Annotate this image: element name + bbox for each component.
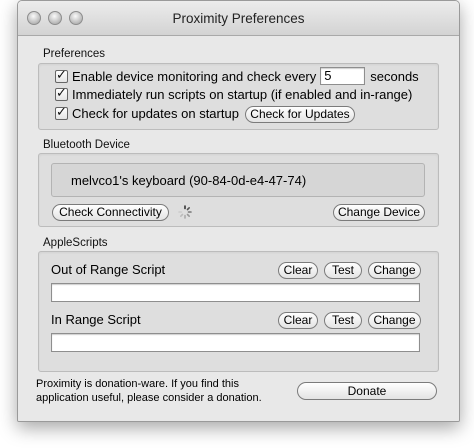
in-range-test-button[interactable]: Test (324, 312, 362, 329)
out-of-range-change-button[interactable]: Change (368, 262, 421, 279)
monitoring-row: Enable device monitoring and check every… (55, 67, 419, 85)
donation-message: Proximity is donation-ware. If you find … (36, 377, 262, 405)
loading-spinner-icon (178, 205, 192, 219)
in-range-script-label: In Range Script (51, 312, 141, 327)
change-device-button[interactable]: Change Device (333, 204, 425, 221)
check-updates-row: Check for updates on startup (55, 104, 239, 121)
bluetooth-box: melvco1's keyboard (90-84-0d-e4-47-74) C… (38, 153, 439, 227)
device-name: melvco1's keyboard (90-84-0d-e4-47-74) (71, 173, 307, 188)
enable-monitoring-checkbox[interactable] (55, 67, 68, 83)
check-updates-startup-label: Check for updates on startup (72, 106, 239, 121)
bluetooth-section-label: Bluetooth Device (43, 139, 130, 151)
device-display: melvco1's keyboard (90-84-0d-e4-47-74) (51, 163, 425, 197)
out-of-range-script-field[interactable] (51, 283, 420, 302)
out-of-range-clear-button[interactable]: Clear (278, 262, 318, 279)
enable-monitoring-label: Enable device monitoring and check every (72, 68, 317, 84)
run-scripts-startup-label: Immediately run scripts on startup (if e… (72, 87, 413, 102)
check-connectivity-button[interactable]: Check Connectivity (52, 204, 169, 221)
out-of-range-test-button[interactable]: Test (324, 262, 362, 279)
window-content: Preferences Enable device monitoring and… (18, 36, 459, 421)
check-updates-startup-checkbox[interactable] (55, 104, 68, 120)
donate-button[interactable]: Donate (297, 382, 437, 400)
donation-text-line-2: application useful, please consider a do… (36, 392, 262, 404)
donation-text-line-1: Proximity is donation-ware. If you find … (36, 378, 239, 390)
applescripts-section-label: AppleScripts (43, 237, 108, 249)
applescripts-box: Out of Range Script Clear Test Change In… (38, 251, 439, 372)
in-range-script-field[interactable] (51, 333, 420, 352)
preferences-section-label: Preferences (43, 48, 106, 60)
window-title: Proximity Preferences (172, 11, 305, 26)
seconds-label: seconds (370, 68, 419, 84)
run-startup-row: Immediately run scripts on startup (if e… (55, 85, 413, 102)
preferences-window: Proximity Preferences Preferences Enable… (17, 0, 460, 422)
in-range-clear-button[interactable]: Clear (278, 312, 318, 329)
run-scripts-startup-checkbox[interactable] (55, 85, 68, 101)
in-range-change-button[interactable]: Change (368, 312, 421, 329)
title-bar[interactable]: Proximity Preferences (18, 1, 459, 36)
preferences-box: Enable device monitoring and check every… (38, 63, 439, 130)
check-interval-input[interactable]: 5 (320, 67, 366, 85)
check-for-updates-button[interactable]: Check for Updates (245, 106, 355, 123)
out-of-range-script-label: Out of Range Script (51, 262, 166, 277)
